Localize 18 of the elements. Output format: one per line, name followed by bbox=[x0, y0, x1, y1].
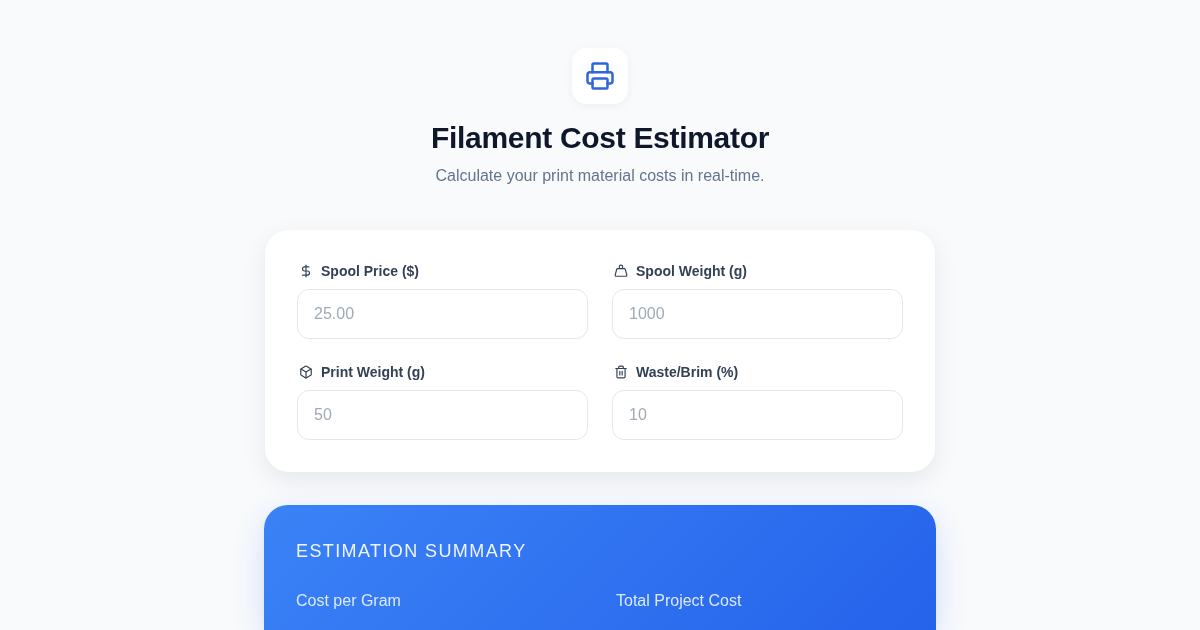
input-field[interactable]: 50 bbox=[297, 390, 588, 440]
field-label: Spool Weight (g) bbox=[636, 262, 747, 280]
input-field[interactable]: 1000 bbox=[612, 289, 903, 339]
metric-label: Cost per Gram bbox=[296, 592, 401, 609]
dollar-icon bbox=[299, 264, 313, 278]
summary-title: ESTIMATION SUMMARY bbox=[296, 540, 528, 563]
page-title: Filament Cost Estimator bbox=[430, 120, 770, 156]
printer-icon bbox=[572, 48, 628, 104]
input-field[interactable]: 10 bbox=[612, 390, 903, 440]
field-label: Spool Price ($) bbox=[321, 262, 420, 280]
field-label: Print Weight (g) bbox=[321, 363, 425, 381]
subtitle: Calculate your print material costs in real-time. bbox=[435, 166, 765, 186]
metric-label: Total Project Cost bbox=[616, 592, 742, 609]
trash-icon bbox=[614, 365, 628, 379]
weight-icon bbox=[614, 264, 628, 278]
field-label: Waste/Brim (%) bbox=[636, 363, 739, 381]
box-icon bbox=[299, 365, 313, 379]
input-field[interactable]: 25.00 bbox=[297, 289, 588, 339]
